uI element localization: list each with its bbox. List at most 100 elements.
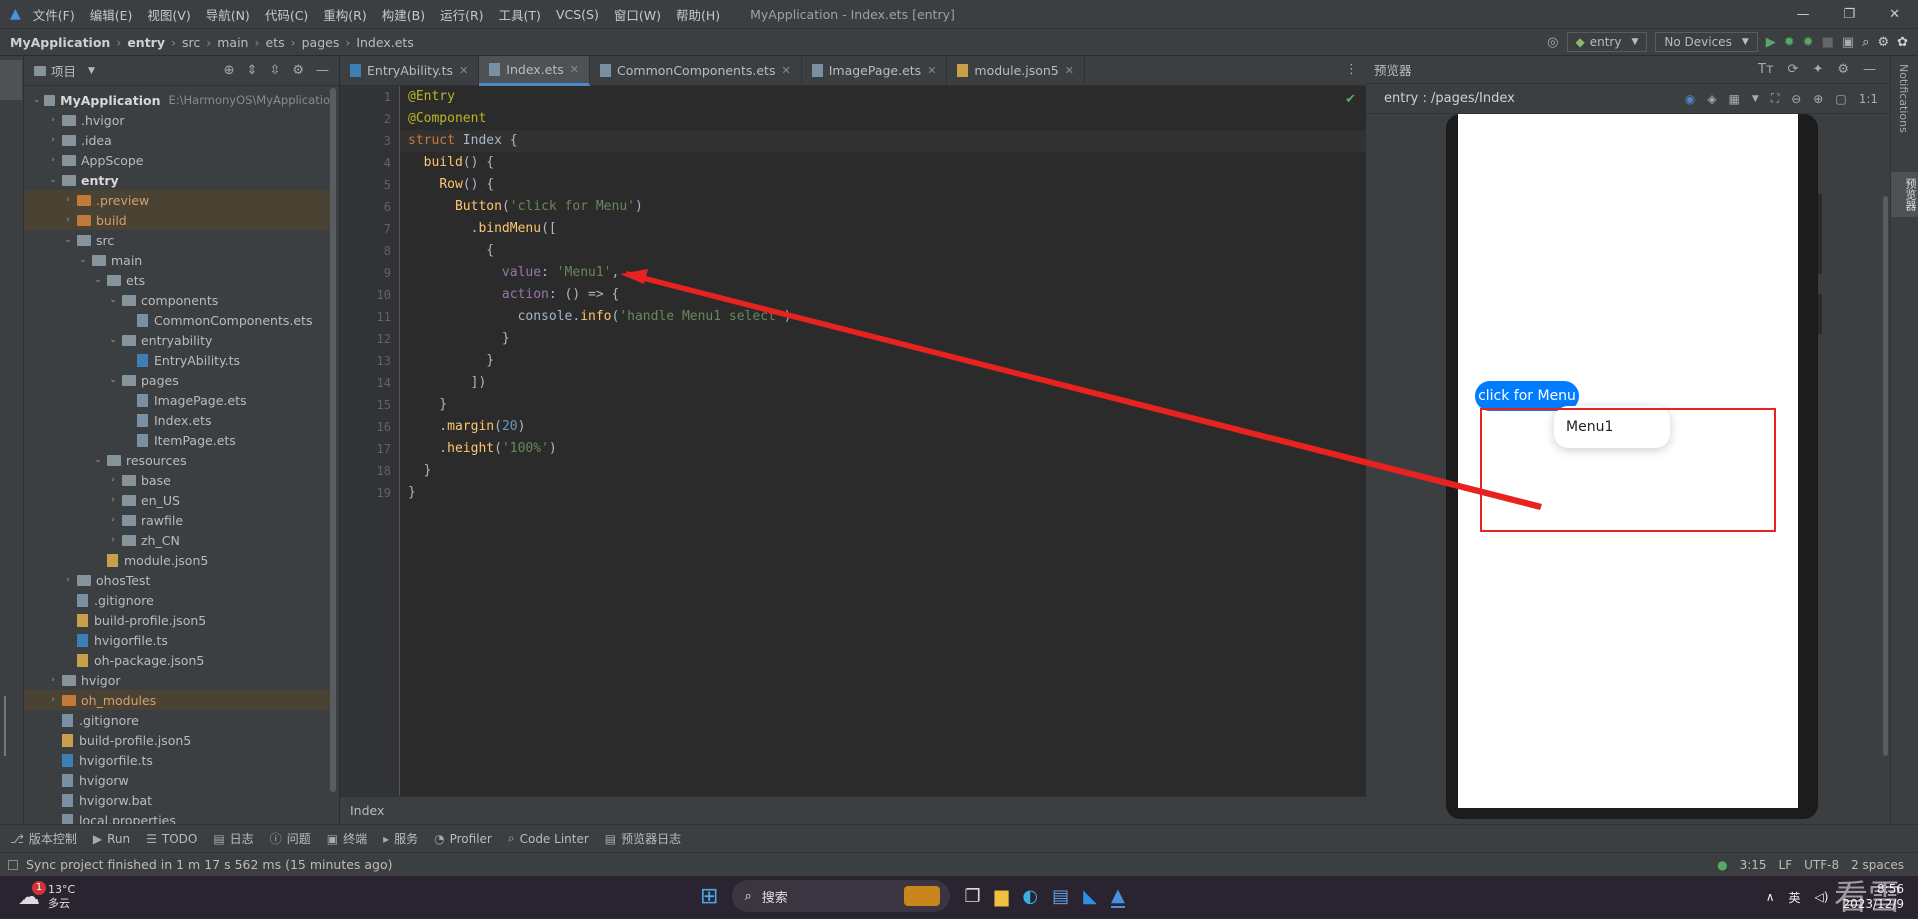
tree-item[interactable]: ⌄ MyApplication E:\HarmonyOS\MyApplicatio bbox=[24, 90, 330, 110]
tree-item[interactable]: ⌄ main bbox=[24, 250, 330, 270]
chevron-right-icon[interactable]: › bbox=[47, 115, 59, 125]
tree-item[interactable]: ItemPage.ets bbox=[24, 430, 330, 450]
tree-item[interactable]: EntryAbility.ts bbox=[24, 350, 330, 370]
code-area[interactable]: @Entry @Component struct Index { build() {… bbox=[400, 86, 1366, 796]
breadcrumb-item[interactable]: MyApplication bbox=[10, 35, 110, 50]
search-icon[interactable]: ⌕ bbox=[1862, 35, 1869, 50]
settings-icon[interactable]: ⚙ bbox=[1877, 35, 1889, 50]
tree-item[interactable]: hvigorfile.ts bbox=[24, 630, 330, 650]
taskbar-search[interactable]: ⌕ 搜索 bbox=[732, 880, 951, 912]
collapse-all-icon[interactable]: ⇳ bbox=[269, 63, 280, 78]
run-icon[interactable]: ▶ bbox=[1766, 35, 1776, 50]
tree-item[interactable]: › ohosTest bbox=[24, 570, 330, 590]
task-view-icon[interactable]: ❐ bbox=[964, 886, 980, 907]
chevron-down-icon[interactable]: ⌄ bbox=[107, 295, 119, 305]
tree-item[interactable]: oh-package.json5 bbox=[24, 650, 330, 670]
tree-item[interactable]: › rawfile bbox=[24, 510, 330, 530]
tool-window-button[interactable]: ☰ TODO bbox=[146, 832, 197, 846]
grid-icon[interactable]: ▦ bbox=[1729, 92, 1740, 106]
tree-item[interactable]: .gitignore bbox=[24, 710, 330, 730]
hide-icon[interactable]: — bbox=[316, 63, 329, 78]
tool-window-button[interactable]: ⓘ 问题 bbox=[270, 830, 311, 847]
chevron-right-icon[interactable]: › bbox=[107, 515, 119, 525]
more-tabs-icon[interactable]: ⋮ bbox=[1345, 62, 1358, 77]
preview-scrollbar[interactable] bbox=[1883, 196, 1888, 756]
debug-icon[interactable]: ✹ bbox=[1784, 35, 1795, 50]
chevron-up-icon[interactable]: ∧ bbox=[1766, 890, 1775, 904]
tool-window-button[interactable]: ⎇ 版本控制 bbox=[10, 830, 77, 847]
chevron-right-icon[interactable]: › bbox=[62, 195, 74, 205]
weather-widget[interactable]: ☁ 1 13°C 多云 bbox=[0, 881, 75, 911]
tree-item[interactable]: › hvigor bbox=[24, 670, 330, 690]
settings-icon[interactable]: ⚙ bbox=[292, 63, 304, 78]
close-tab-icon[interactable]: ✕ bbox=[1065, 64, 1074, 77]
layers-icon[interactable]: ◈ bbox=[1707, 92, 1716, 106]
close-tab-icon[interactable]: ✕ bbox=[570, 63, 579, 76]
editor-tab[interactable]: module.json5 ✕ bbox=[947, 55, 1085, 86]
hide-icon[interactable]: — bbox=[1863, 62, 1876, 77]
tree-item[interactable]: › .preview bbox=[24, 190, 330, 210]
tree-item[interactable]: ⌄ entry bbox=[24, 170, 330, 190]
chevron-down-icon[interactable]: ▼ bbox=[1752, 94, 1759, 104]
menu-item[interactable]: 编辑(E) bbox=[90, 5, 133, 24]
tree-item[interactable]: › base bbox=[24, 470, 330, 490]
chevron-down-icon[interactable]: ⌄ bbox=[92, 455, 104, 465]
chevron-right-icon[interactable]: › bbox=[62, 575, 74, 585]
tree-item[interactable]: ⌄ ets bbox=[24, 270, 330, 290]
expand-all-icon[interactable]: ⇕ bbox=[247, 63, 258, 78]
project-tool-icon[interactable] bbox=[0, 60, 22, 100]
menu-item[interactable]: 导航(N) bbox=[206, 5, 250, 24]
tree-item[interactable]: › .hvigor bbox=[24, 110, 330, 130]
chevron-down-icon[interactable]: ⌄ bbox=[92, 275, 104, 285]
edge-icon[interactable]: ◐ bbox=[1022, 886, 1038, 907]
tree-item[interactable]: ⌄ src bbox=[24, 230, 330, 250]
tool-window-button[interactable]: ▤ 预览器日志 bbox=[605, 830, 681, 847]
tree-item[interactable]: ⌄ components bbox=[24, 290, 330, 310]
menu-item[interactable]: 文件(F) bbox=[33, 5, 75, 24]
tree-item[interactable]: › zh_CN bbox=[24, 530, 330, 550]
breadcrumb-item[interactable]: pages bbox=[302, 35, 340, 50]
breadcrumb-item[interactable]: src bbox=[182, 35, 200, 50]
breadcrumb-item[interactable]: Index.ets bbox=[356, 35, 414, 50]
chevron-right-icon[interactable]: › bbox=[47, 155, 59, 165]
menu-item[interactable]: 运行(R) bbox=[440, 5, 483, 24]
chevron-down-icon[interactable]: ⌄ bbox=[32, 95, 41, 105]
menu-item[interactable]: 窗口(W) bbox=[614, 5, 661, 24]
tool-window-button[interactable]: ▸ 服务 bbox=[383, 830, 418, 847]
device-manager-icon[interactable]: ▣ bbox=[1842, 35, 1854, 50]
menu-item[interactable]: VCS(S) bbox=[556, 7, 599, 22]
menu-item[interactable]: 视图(V) bbox=[147, 5, 190, 24]
zoom-out-icon[interactable]: ⊖ bbox=[1791, 92, 1801, 106]
file-explorer-icon[interactable]: ▆ bbox=[995, 886, 1009, 907]
tree-item[interactable]: › en_US bbox=[24, 490, 330, 510]
tree-item[interactable]: ⌄ entryability bbox=[24, 330, 330, 350]
screenshot-icon[interactable]: ▢ bbox=[1835, 92, 1846, 106]
chevron-right-icon[interactable]: › bbox=[107, 475, 119, 485]
locate-icon[interactable]: ⊕ bbox=[224, 63, 235, 78]
chevron-right-icon[interactable]: › bbox=[47, 135, 59, 145]
editor-tab[interactable]: CommonComponents.ets ✕ bbox=[590, 55, 802, 86]
chevron-right-icon[interactable]: › bbox=[107, 535, 119, 545]
device-select[interactable]: No Devices ▼ bbox=[1655, 32, 1758, 52]
tree-item[interactable]: ImagePage.ets bbox=[24, 390, 330, 410]
tree-item[interactable]: build-profile.json5 bbox=[24, 730, 330, 750]
tree-item[interactable]: hvigorw.bat bbox=[24, 790, 330, 810]
editor-tab[interactable]: Index.ets ✕ bbox=[479, 55, 591, 86]
tool-window-button[interactable]: ▤ 日志 bbox=[213, 830, 253, 847]
previewer-tab[interactable]: 预览器 bbox=[1891, 172, 1918, 217]
tree-item[interactable]: › oh_modules bbox=[24, 690, 330, 710]
menu-item[interactable]: 帮助(H) bbox=[676, 5, 720, 24]
tool-window-button[interactable]: ▣ 终端 bbox=[327, 830, 367, 847]
windows-start-icon[interactable]: ⊞ bbox=[700, 884, 718, 909]
tree-item[interactable]: hvigorw bbox=[24, 770, 330, 790]
tree-item[interactable]: .gitignore bbox=[24, 590, 330, 610]
close-tab-icon[interactable]: ✕ bbox=[927, 64, 936, 77]
speaker-icon[interactable]: ◁) bbox=[1815, 890, 1829, 904]
store-icon[interactable]: ▤ bbox=[1052, 886, 1069, 907]
lf-label[interactable]: LF bbox=[1779, 858, 1793, 872]
chevron-right-icon[interactable]: › bbox=[62, 215, 74, 225]
eye-icon[interactable]: ◉ bbox=[1685, 92, 1695, 106]
zoom-in-icon[interactable]: ⊕ bbox=[1813, 92, 1823, 106]
editor-tab[interactable]: ImagePage.ets ✕ bbox=[802, 55, 948, 86]
tree-scrollbar[interactable] bbox=[330, 88, 336, 792]
